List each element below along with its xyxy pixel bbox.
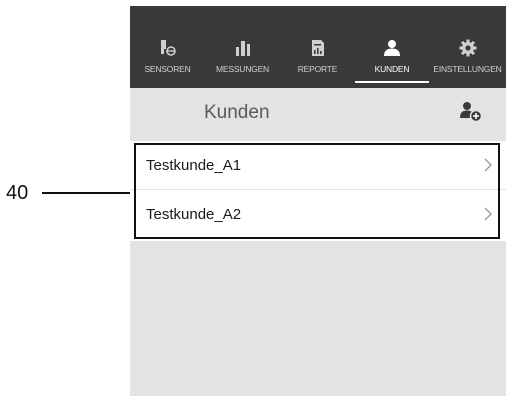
gear-icon: [458, 38, 478, 58]
tab-messungen[interactable]: MESSUNGEN: [205, 38, 280, 88]
tab-label: SENSOREN: [144, 64, 191, 74]
tab-label: KUNDEN: [374, 64, 410, 74]
page-title: Kunden: [204, 102, 270, 123]
tab-label: REPORTE: [297, 64, 338, 74]
tab-reporte[interactable]: REPORTE: [280, 38, 355, 88]
customer-icon: [382, 38, 402, 58]
tab-bar: SENSOREN MESSUNGEN REPORTE KUNDEN EINSTE…: [130, 6, 506, 88]
bar-chart-icon: [233, 38, 253, 58]
callout-leader-line: [42, 192, 133, 194]
tab-sensoren[interactable]: SENSOREN: [130, 38, 205, 88]
callout-number: 40: [6, 181, 29, 204]
tab-einstellungen[interactable]: EINSTELLUNGEN: [429, 38, 506, 88]
callout: 40: [0, 176, 133, 210]
tab-label: EINSTELLUNGEN: [433, 64, 502, 74]
active-tab-indicator: [355, 81, 429, 83]
tab-label: MESSUNGEN: [216, 64, 269, 74]
add-customer-icon[interactable]: [459, 101, 483, 125]
callout-highlight-frame: [134, 143, 500, 239]
sensor-icon: [158, 38, 178, 58]
report-icon: [308, 38, 328, 58]
page-header: Kunden: [130, 88, 506, 141]
